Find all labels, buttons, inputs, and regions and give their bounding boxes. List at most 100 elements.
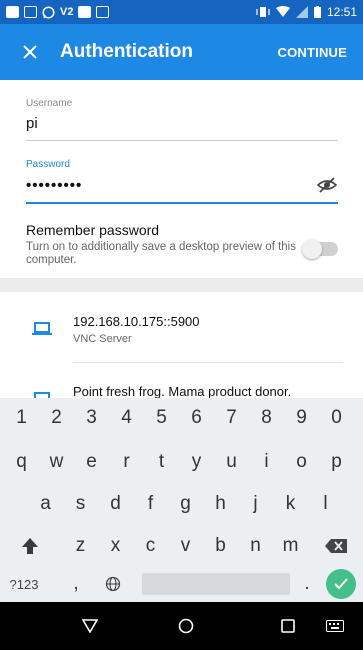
back-button[interactable] — [60, 602, 120, 650]
section-divider — [0, 278, 363, 292]
clock-time: 12:51 — [326, 5, 357, 19]
app-bar: Authentication CONTINUE — [0, 24, 363, 80]
keyboard-row-middle-letters: a s d f g h j k l — [0, 484, 363, 524]
check-icon — [334, 578, 348, 590]
list-item[interactable]: 192.168.10.175::5900 VNC Server — [0, 292, 363, 363]
key-8[interactable]: 8 — [249, 398, 284, 438]
comma-key[interactable]: , — [62, 564, 90, 604]
key-o[interactable]: o — [284, 442, 319, 482]
key-n[interactable]: n — [238, 526, 273, 566]
symbols-key[interactable]: ?123 — [4, 564, 44, 604]
keyboard-row-bottom-letters: z x c v b n m — [0, 526, 363, 566]
key-r[interactable]: r — [109, 442, 144, 482]
key-1[interactable]: 1 — [4, 398, 39, 438]
key-l[interactable]: l — [308, 484, 343, 524]
globe-icon — [105, 576, 121, 592]
key-9[interactable]: 9 — [284, 398, 319, 438]
key-i[interactable]: i — [249, 442, 284, 482]
username-underline — [26, 140, 338, 141]
key-s[interactable]: s — [63, 484, 98, 524]
home-button[interactable] — [156, 602, 216, 650]
battery-icon — [313, 6, 321, 18]
key-k[interactable]: k — [273, 484, 308, 524]
password-label: Password — [26, 159, 70, 170]
key-t[interactable]: t — [144, 442, 179, 482]
soft-keyboard: 1 2 3 4 5 6 7 8 9 0 q w e r t y u i o p … — [0, 398, 363, 602]
remember-description: Turn on to additionally save a desktop p… — [26, 241, 296, 266]
back-icon — [82, 619, 98, 633]
key-5[interactable]: 5 — [144, 398, 179, 438]
wifi-icon — [275, 6, 290, 17]
key-z[interactable]: z — [63, 526, 98, 566]
key-0[interactable]: 0 — [319, 398, 354, 438]
gallery-icon — [78, 6, 92, 18]
shift-key[interactable] — [8, 526, 52, 566]
backspace-key[interactable] — [314, 526, 358, 566]
key-x[interactable]: x — [98, 526, 133, 566]
period-key[interactable]: . — [295, 564, 319, 604]
key-c[interactable]: c — [133, 526, 168, 566]
password-underline — [26, 202, 338, 204]
username-label: Username — [26, 98, 73, 109]
keyboard-row-numbers: 1 2 3 4 5 6 7 8 9 0 — [0, 398, 363, 438]
remember-password-row[interactable]: Remember password Turn on to additionall… — [26, 222, 338, 267]
hide-password-icon[interactable] — [316, 176, 338, 194]
key-h[interactable]: h — [203, 484, 238, 524]
key-v[interactable]: v — [168, 526, 203, 566]
computer-icon — [32, 322, 52, 335]
continue-button[interactable]: CONTINUE — [270, 24, 363, 80]
key-d[interactable]: d — [98, 484, 133, 524]
voicemail-icon: V2 — [60, 6, 74, 18]
server-name: Point fresh frog. Mama product donor. — [73, 384, 292, 398]
key-f[interactable]: f — [133, 484, 168, 524]
key-3[interactable]: 3 — [74, 398, 109, 438]
username-field[interactable]: Username pi — [26, 98, 338, 141]
key-4[interactable]: 4 — [109, 398, 144, 438]
keyboard-icon — [326, 620, 344, 632]
vibrate-icon — [256, 7, 270, 17]
key-a[interactable]: a — [28, 484, 63, 524]
home-icon — [178, 618, 194, 634]
whatsapp-icon — [42, 5, 55, 19]
key-w[interactable]: w — [39, 442, 74, 482]
key-6[interactable]: 6 — [179, 398, 214, 438]
key-q[interactable]: q — [4, 442, 39, 482]
key-7[interactable]: 7 — [214, 398, 249, 438]
server-list: 192.168.10.175::5900 VNC Server Point fr… — [0, 292, 363, 398]
key-p[interactable]: p — [319, 442, 354, 482]
navigation-bar — [0, 602, 363, 650]
key-u[interactable]: u — [214, 442, 249, 482]
server-address: 192.168.10.175::5900 — [73, 314, 200, 329]
key-b[interactable]: b — [203, 526, 238, 566]
close-button[interactable] — [0, 24, 60, 80]
auth-form: Username pi Password ••••••••• Remember … — [0, 80, 363, 292]
keyboard-row-top-letters: q w e r t y u i o p — [0, 442, 363, 482]
close-icon — [23, 45, 37, 59]
status-bar: V2 12:51 — [0, 0, 363, 24]
page-title: Authentication — [60, 41, 193, 62]
list-item[interactable]: Point fresh frog. Mama product donor. — [0, 364, 363, 398]
key-m[interactable]: m — [273, 526, 308, 566]
message-icon — [24, 6, 37, 18]
remember-password-toggle[interactable] — [302, 239, 338, 259]
recents-icon — [281, 619, 295, 633]
keyboard-row-bottom: ?123 , . — [0, 564, 363, 604]
language-key[interactable] — [95, 564, 131, 604]
shift-icon — [22, 538, 38, 554]
password-input[interactable]: ••••••••• — [26, 177, 82, 194]
key-y[interactable]: y — [179, 442, 214, 482]
space-bar[interactable] — [142, 573, 290, 595]
recents-button[interactable] — [258, 602, 318, 650]
key-j[interactable]: j — [238, 484, 273, 524]
password-field[interactable]: Password ••••••••• — [26, 159, 338, 204]
key-e[interactable]: e — [74, 442, 109, 482]
enter-key[interactable] — [326, 569, 356, 599]
image-icon — [6, 6, 19, 18]
username-input[interactable]: pi — [26, 115, 338, 132]
keyboard-switch-button[interactable] — [310, 602, 360, 650]
calendar-icon — [96, 6, 110, 18]
key-2[interactable]: 2 — [39, 398, 74, 438]
key-g[interactable]: g — [168, 484, 203, 524]
toggle-knob — [302, 239, 322, 259]
backspace-icon — [325, 539, 347, 553]
